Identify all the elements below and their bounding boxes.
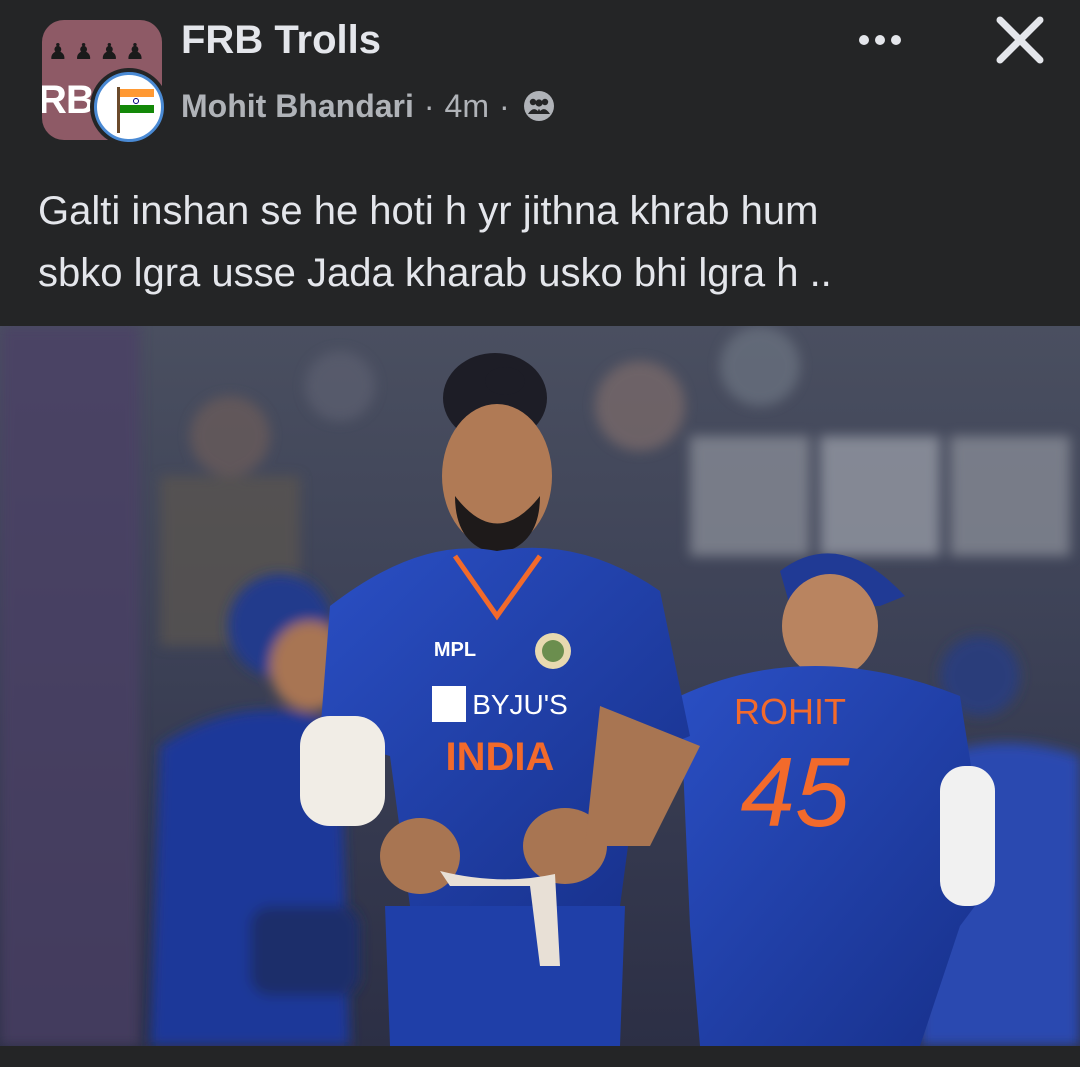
post-footer-strip [0,1046,1080,1067]
author-avatar[interactable] [90,68,168,146]
post-message-line-2: sbko lgra usse Jada kharab usko bhi lgra… [38,251,832,295]
post-message: Galti inshan se he hoti h yr jithna khra… [38,180,1048,304]
more-options-icon [859,35,869,45]
more-options-button[interactable] [850,20,910,60]
group-members-icon[interactable] [522,89,556,123]
jersey-brand: BYJU'S [472,689,568,720]
post-card: ♟♟♟♟ RB FRB Trolls Mohit Bhandari · 4m · [0,0,1080,1067]
player-number-on-jersey: 45 [740,737,850,847]
group-avatar-text: RB [42,78,95,122]
close-icon [996,16,1044,64]
more-options-dot [891,35,901,45]
post-message-line-1: Galti inshan se he hoti h yr jithna khra… [38,189,819,233]
india-flag-icon [120,89,154,113]
post-timestamp[interactable]: 4m [445,88,489,125]
jersey-sponsor: MPL [434,639,476,661]
post-meta: Mohit Bhandari · 4m · [181,84,556,128]
player-name-on-jersey: ROHIT [734,691,846,732]
post-header: ♟♟♟♟ RB FRB Trolls Mohit Bhandari · 4m · [0,0,1080,160]
more-options-dot [875,35,885,45]
post-photo[interactable]: ROHIT 45 MPL BYJU'S INDIA [0,326,1080,1046]
close-button[interactable] [990,10,1050,70]
group-avatar-figures: ♟♟♟♟ [48,40,151,65]
meta-separator: · [498,87,510,124]
meta-separator: · [423,87,435,124]
jersey-country: INDIA [446,735,555,779]
author-name-link[interactable]: Mohit Bhandari [181,88,414,125]
group-name-link[interactable]: FRB Trolls [181,18,381,63]
